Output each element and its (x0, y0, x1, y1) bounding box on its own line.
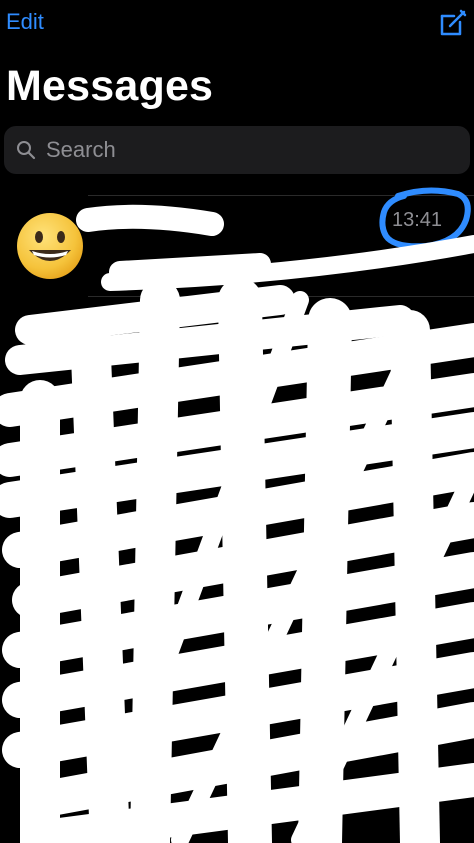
compose-icon[interactable] (438, 8, 468, 38)
search-input[interactable] (44, 136, 448, 164)
page-title: Messages (6, 62, 214, 110)
search-icon (17, 141, 36, 160)
avatar (24, 318, 64, 358)
annotation-circle (379, 187, 471, 250)
edit-button[interactable]: Edit (6, 9, 44, 35)
search-bar[interactable] (4, 126, 470, 174)
list-divider (88, 296, 474, 297)
grinning-face-icon (17, 213, 83, 279)
chevron-right-icon: › (458, 418, 465, 440)
